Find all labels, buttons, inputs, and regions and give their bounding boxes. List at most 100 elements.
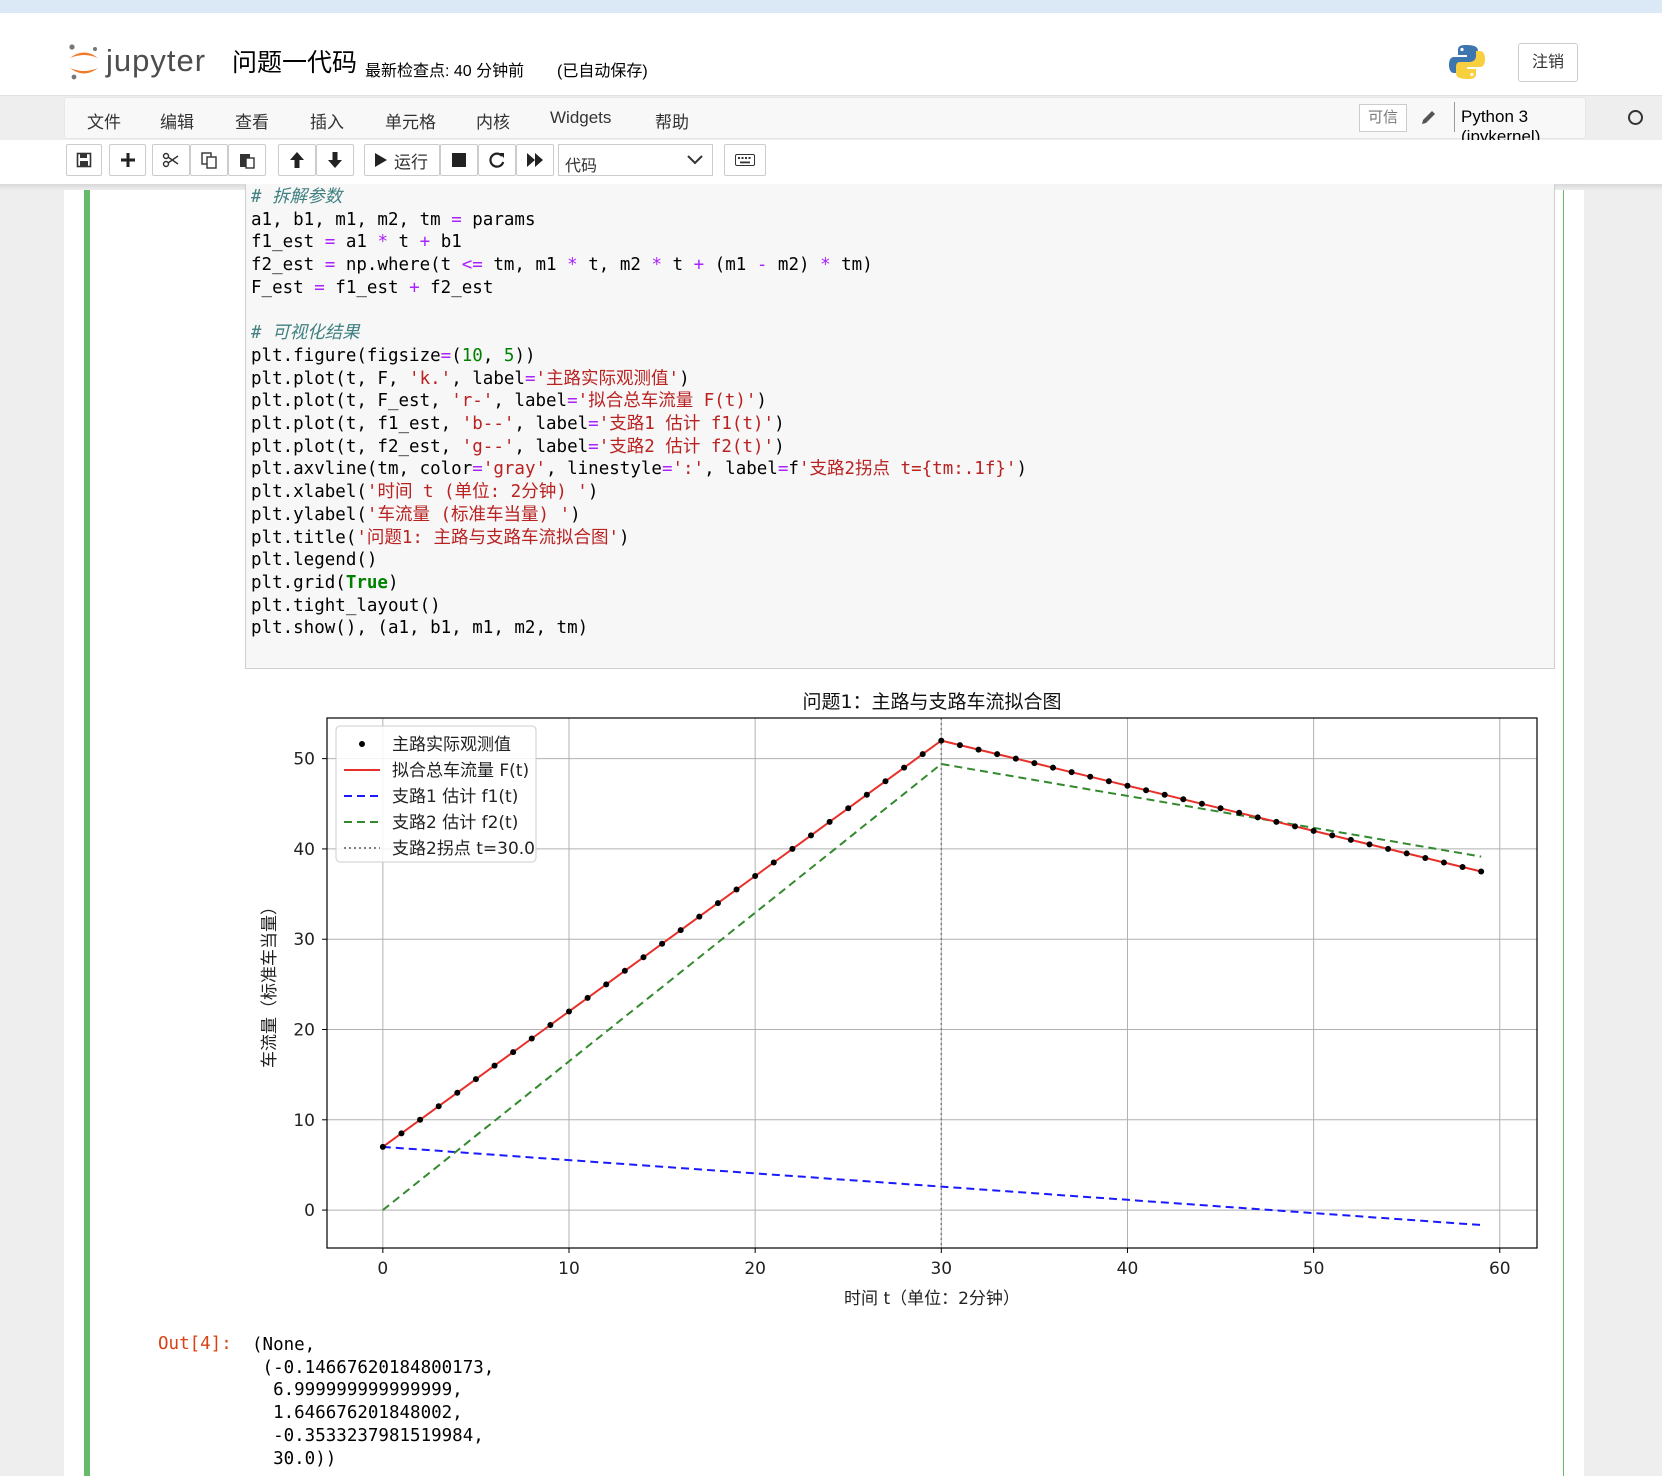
jupyter-logo-text[interactable]: jupyter — [106, 43, 206, 79]
save-button[interactable] — [66, 144, 102, 176]
x-tick-label: 0 — [377, 1259, 388, 1279]
restart-run-all-button[interactable] — [516, 144, 554, 176]
menu-file[interactable]: 文件 — [87, 108, 121, 133]
cell-selection-bar — [84, 184, 90, 1476]
observed-point — [603, 981, 610, 988]
observed-point — [640, 954, 647, 961]
observed-point — [621, 967, 628, 974]
legend-label: 主路实际观测值 — [392, 735, 511, 755]
observed-point — [659, 940, 666, 947]
observed-point — [1087, 773, 1094, 780]
observed-point — [547, 1021, 554, 1028]
observed-point — [1124, 782, 1131, 789]
move-down-button[interactable] — [316, 144, 354, 176]
browser-top-strip — [0, 0, 1662, 13]
legend-label: 支路2 估计 f2(t) — [392, 813, 518, 833]
observed-point — [826, 818, 833, 825]
command-palette-button[interactable] — [724, 144, 766, 176]
output-text: (None, (-0.14667620184800173, 6.99999999… — [252, 1335, 495, 1469]
observed-point — [1403, 850, 1410, 857]
x-axis-label: 时间 t（单位：2分钟） — [844, 1289, 1020, 1309]
x-tick-label: 20 — [744, 1259, 766, 1279]
cut-button[interactable] — [152, 144, 190, 176]
menu-edit[interactable]: 编辑 — [160, 108, 194, 133]
menu-view[interactable]: 查看 — [235, 108, 269, 133]
menu-widgets[interactable]: Widgets — [550, 108, 611, 128]
observed-point — [472, 1076, 479, 1083]
edit-pencil-icon[interactable] — [1420, 108, 1438, 126]
paste-button[interactable] — [228, 144, 266, 176]
interrupt-button[interactable] — [440, 144, 478, 176]
observed-point — [1236, 809, 1243, 816]
cell-type-select[interactable]: 代码 — [558, 144, 713, 176]
observed-point — [789, 845, 796, 852]
y-tick-label: 50 — [293, 750, 315, 770]
toolbar: 运行 代码 — [0, 140, 1662, 184]
y-tick-label: 30 — [293, 930, 315, 950]
observed-point — [1198, 800, 1205, 807]
observed-point — [566, 1008, 572, 1015]
notebook-header: jupyter 问题一代码 最新检查点: 40 分钟前 (已自动保存) 注销 — [0, 13, 1662, 96]
arrow-down-icon — [328, 152, 342, 168]
observed-point — [1292, 823, 1298, 830]
y-tick-label: 40 — [293, 840, 315, 860]
run-button[interactable]: 运行 — [364, 144, 440, 176]
restart-button[interactable] — [478, 144, 516, 176]
observed-point — [1478, 868, 1485, 875]
output-figure: 问题1：主路与支路车流拟合图 0 10 20 30 40 50 60 0 10 20 30 40 50 时间… — [260, 691, 1538, 1309]
menu-cell[interactable]: 单元格 — [385, 108, 436, 133]
legend-label: 拟合总车流量 F(t) — [392, 761, 529, 781]
python-logo-icon — [1449, 45, 1485, 79]
play-icon — [375, 153, 387, 167]
move-up-button[interactable] — [278, 144, 316, 176]
observed-point — [491, 1062, 498, 1069]
copy-icon — [201, 152, 217, 169]
observed-point — [901, 764, 908, 771]
chevron-down-icon — [687, 155, 703, 165]
observed-point — [1105, 778, 1112, 785]
observed-point — [845, 805, 852, 812]
stop-icon — [452, 153, 466, 167]
observed-point — [696, 913, 703, 920]
trusted-badge[interactable]: 可信 — [1359, 104, 1407, 132]
menu-insert[interactable]: 插入 — [310, 108, 344, 133]
y-axis-label: 车流量（标准车当量） — [260, 898, 280, 1068]
observed-point — [714, 900, 721, 907]
menu-kernel[interactable]: 内核 — [476, 108, 510, 133]
output-prompt: Out[4]: — [158, 1334, 232, 1354]
insert-cell-button[interactable] — [109, 144, 146, 176]
observed-point — [1031, 760, 1038, 767]
legend-marker — [359, 741, 365, 747]
logout-button[interactable]: 注销 — [1518, 43, 1578, 82]
menu-help[interactable]: 帮助 — [655, 108, 689, 133]
jupyter-logo-icon[interactable] — [68, 43, 100, 81]
x-tick-label: 30 — [930, 1259, 952, 1279]
observed-point — [1161, 791, 1168, 798]
observed-point — [733, 886, 740, 893]
cell-type-value: 代码 — [565, 158, 598, 175]
observed-point — [1273, 818, 1280, 825]
observed-point — [863, 791, 870, 798]
observed-point — [808, 832, 814, 839]
observed-point — [1347, 836, 1354, 843]
observed-point — [938, 737, 945, 744]
fast-forward-icon — [527, 153, 543, 167]
observed-point — [752, 873, 759, 880]
observed-point — [398, 1130, 405, 1137]
notebook-name[interactable]: 问题一代码 — [232, 43, 357, 79]
copy-button[interactable] — [190, 144, 228, 176]
observed-point — [1012, 755, 1019, 762]
observed-point — [1143, 787, 1150, 794]
observed-point — [1050, 764, 1056, 771]
code-block[interactable]: # 拆解参数 a1, b1, m1, m2, tm = params f1_es… — [251, 186, 1027, 640]
save-icon — [76, 152, 92, 168]
keyboard-icon — [735, 154, 755, 166]
y-tick-label: 10 — [293, 1111, 315, 1131]
legend-label: 支路1 估计 f1(t) — [392, 787, 518, 807]
paste-icon — [240, 154, 255, 169]
observed-point — [956, 742, 963, 749]
y-tick-label: 0 — [304, 1201, 315, 1221]
menu-bar: 文件 编辑 查看 插入 单元格 内核 Widgets 帮助 可信 Python … — [64, 97, 1643, 146]
observed-point — [379, 1143, 386, 1150]
x-tick-label: 50 — [1303, 1259, 1325, 1279]
